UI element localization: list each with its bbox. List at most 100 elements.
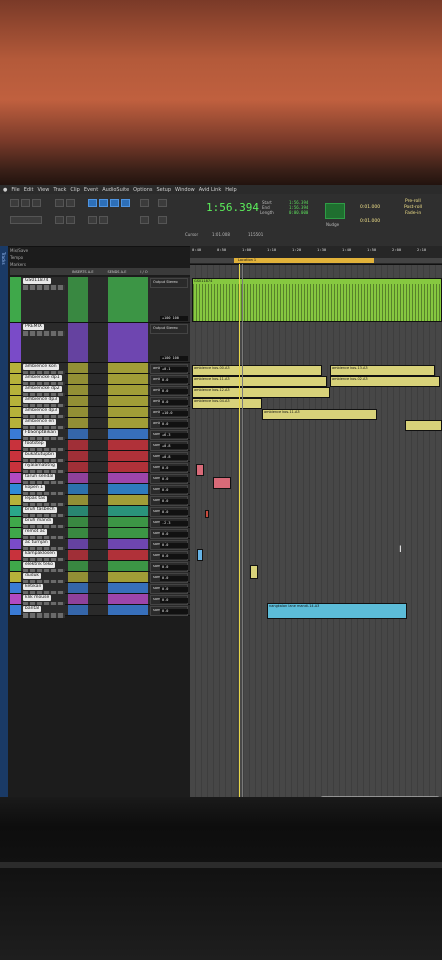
track-row[interactable]: ambience konambience+0.1 bbox=[10, 363, 190, 376]
insert-slots[interactable] bbox=[68, 550, 88, 560]
insert-slots[interactable] bbox=[68, 484, 88, 494]
clip-bukatutup[interactable] bbox=[213, 477, 231, 489]
track-row[interactable]: klik mousesampai0.0 bbox=[10, 594, 190, 607]
apple-menu-icon[interactable]: ● bbox=[3, 187, 7, 193]
send-slots[interactable] bbox=[108, 418, 148, 428]
insert-slots[interactable] bbox=[68, 396, 88, 406]
send-slots[interactable] bbox=[108, 440, 148, 450]
insert-slots[interactable] bbox=[68, 323, 88, 362]
track-row[interactable]: bukatutupbrisampai+0.8 bbox=[10, 451, 190, 464]
slip-mode-button[interactable] bbox=[21, 199, 30, 207]
menu-setup[interactable]: Setup bbox=[156, 187, 171, 193]
track-buttons[interactable] bbox=[23, 285, 65, 290]
volume-readout[interactable]: +0.8 bbox=[160, 444, 188, 449]
volume-readout[interactable]: 0.0 bbox=[160, 510, 188, 515]
track-row[interactable]: kopen 1sampai0.0 bbox=[10, 484, 190, 497]
selector-tool-button[interactable] bbox=[88, 199, 97, 207]
insert-slots[interactable] bbox=[68, 407, 88, 417]
send-slots[interactable] bbox=[108, 506, 148, 516]
insert-slots[interactable] bbox=[68, 495, 88, 505]
insert-slots[interactable] bbox=[68, 440, 88, 450]
track-row[interactable]: footstepsampai+0.8 bbox=[10, 440, 190, 453]
track-name[interactable]: PREMIX bbox=[23, 324, 44, 330]
volume-readout[interactable]: 0.0 bbox=[160, 488, 188, 493]
zoom-out-button[interactable] bbox=[55, 216, 64, 224]
track-name[interactable]: footstep bbox=[23, 441, 46, 447]
menu-options[interactable]: Options bbox=[133, 187, 152, 193]
volume-readout[interactable]: +10.0 bbox=[160, 411, 188, 416]
scrubber-tool-button[interactable] bbox=[121, 199, 130, 207]
volume-readout[interactable]: +0.1 bbox=[160, 367, 188, 372]
send-slots[interactable] bbox=[108, 363, 148, 373]
menu-file[interactable]: File bbox=[11, 187, 19, 193]
clip-ambience-8[interactable] bbox=[405, 420, 442, 431]
track-name[interactable]: ambiencke dp2 bbox=[23, 386, 62, 392]
nudge-value[interactable]: 0:01.000 bbox=[360, 219, 380, 224]
track-name[interactable]: ambience kon bbox=[23, 364, 59, 370]
volume-readout[interactable]: +100 100 bbox=[160, 316, 188, 321]
track-row[interactable]: nyalamatitngsampai0.0 bbox=[10, 462, 190, 475]
markers-ruler[interactable]: Location 1 bbox=[190, 258, 442, 263]
volume-readout[interactable]: 0.0 bbox=[160, 477, 188, 482]
volume-readout[interactable]: 0.0 bbox=[160, 598, 188, 603]
send-slots[interactable] bbox=[108, 462, 148, 472]
clip-ambience-1[interactable]: ambience kos-00.A3 bbox=[192, 365, 322, 376]
volume-readout[interactable]: 0.0 bbox=[160, 400, 188, 405]
track-row[interactable]: bruh mandisampai-2.3 bbox=[10, 517, 190, 530]
menu-avid-link[interactable]: Avid Link bbox=[199, 187, 221, 193]
insert-slots[interactable] bbox=[68, 418, 88, 428]
menu-help[interactable]: Help bbox=[225, 187, 236, 193]
grid-indicator[interactable] bbox=[325, 203, 345, 219]
send-slots[interactable] bbox=[108, 528, 148, 538]
track-name[interactable]: GS011874 bbox=[23, 278, 51, 284]
send-slots[interactable] bbox=[108, 323, 148, 362]
track-name[interactable]: ambience dp3 bbox=[23, 397, 60, 403]
track-name[interactable]: ambience eri bbox=[23, 419, 57, 425]
volume-readout[interactable]: 0.0 bbox=[160, 587, 188, 592]
grabber-tool-button[interactable] bbox=[99, 199, 108, 207]
track-row[interactable]: FbSonptBikansampai+6.3 bbox=[10, 429, 190, 442]
io-selector[interactable]: Output Stereo bbox=[150, 278, 188, 288]
grid-value[interactable]: 0:01.000 bbox=[360, 205, 380, 210]
track-name[interactable]: lepas tas bbox=[23, 496, 48, 502]
insert-slots[interactable] bbox=[68, 539, 88, 549]
insert-slots[interactable] bbox=[68, 451, 88, 461]
menu-view[interactable]: View bbox=[37, 187, 49, 193]
track-name[interactable]: ambiencke dp1 bbox=[23, 375, 62, 381]
track-name[interactable]: ketikan bbox=[23, 584, 44, 590]
clip-ambience-7[interactable]: ambience kos-11.A3 bbox=[262, 409, 377, 420]
link-track-button[interactable] bbox=[158, 216, 167, 224]
clip-ambience-2[interactable]: ambience kos-13.A3 bbox=[330, 365, 435, 376]
track-name[interactable]: taruh sendal bbox=[23, 474, 56, 480]
send-slots[interactable] bbox=[108, 539, 148, 549]
track-row[interactable]: ac turnjansampai0.0 bbox=[10, 539, 190, 552]
insert-slots[interactable] bbox=[68, 429, 88, 439]
track-row[interactable]: ambience eriambience0.0 bbox=[10, 418, 190, 431]
track-row[interactable]: remot acsampai0.0 bbox=[10, 528, 190, 541]
track-name[interactable]: duduk bbox=[23, 573, 42, 579]
volume-readout[interactable]: +6.3 bbox=[160, 433, 188, 438]
menu-track[interactable]: Track bbox=[53, 187, 66, 193]
track-name[interactable]: bukatutupbri bbox=[23, 452, 57, 458]
markers-ruler-label[interactable]: Markers bbox=[10, 261, 70, 268]
volume-readout[interactable]: 0.0 bbox=[160, 422, 188, 427]
send-slots[interactable] bbox=[108, 550, 148, 560]
trim-tool-button[interactable] bbox=[66, 199, 75, 207]
track-row[interactable]: PREMIX Output Stereo +100 100 bbox=[10, 323, 190, 363]
tab-to-transient-button[interactable] bbox=[88, 216, 97, 224]
track-name[interactable]: ac turnjan bbox=[23, 540, 50, 546]
volume-readout[interactable]: 0.0 bbox=[160, 543, 188, 548]
send-slots[interactable] bbox=[108, 583, 148, 593]
volume-readout[interactable]: 0.0 bbox=[160, 499, 188, 504]
tracks-sidebar[interactable]: Tracks bbox=[0, 246, 8, 797]
track-row[interactable]: ambiencke dp2ambience0.0 bbox=[10, 385, 190, 398]
io-selector[interactable]: Output Stereo bbox=[150, 324, 188, 334]
clip-lepas-tas[interactable] bbox=[250, 565, 258, 579]
volume-readout[interactable]: 0.0 bbox=[160, 389, 188, 394]
volume-readout[interactable]: 0.0 bbox=[160, 565, 188, 570]
link-timeline-button[interactable] bbox=[99, 216, 108, 224]
menu-window[interactable]: Window bbox=[175, 187, 195, 193]
clip-ambience-6[interactable]: ambience kos-04.A3 bbox=[192, 398, 262, 409]
zoom-tool-button[interactable] bbox=[55, 199, 64, 207]
track-row[interactable]: kampaklosensampai0.0 bbox=[10, 550, 190, 563]
